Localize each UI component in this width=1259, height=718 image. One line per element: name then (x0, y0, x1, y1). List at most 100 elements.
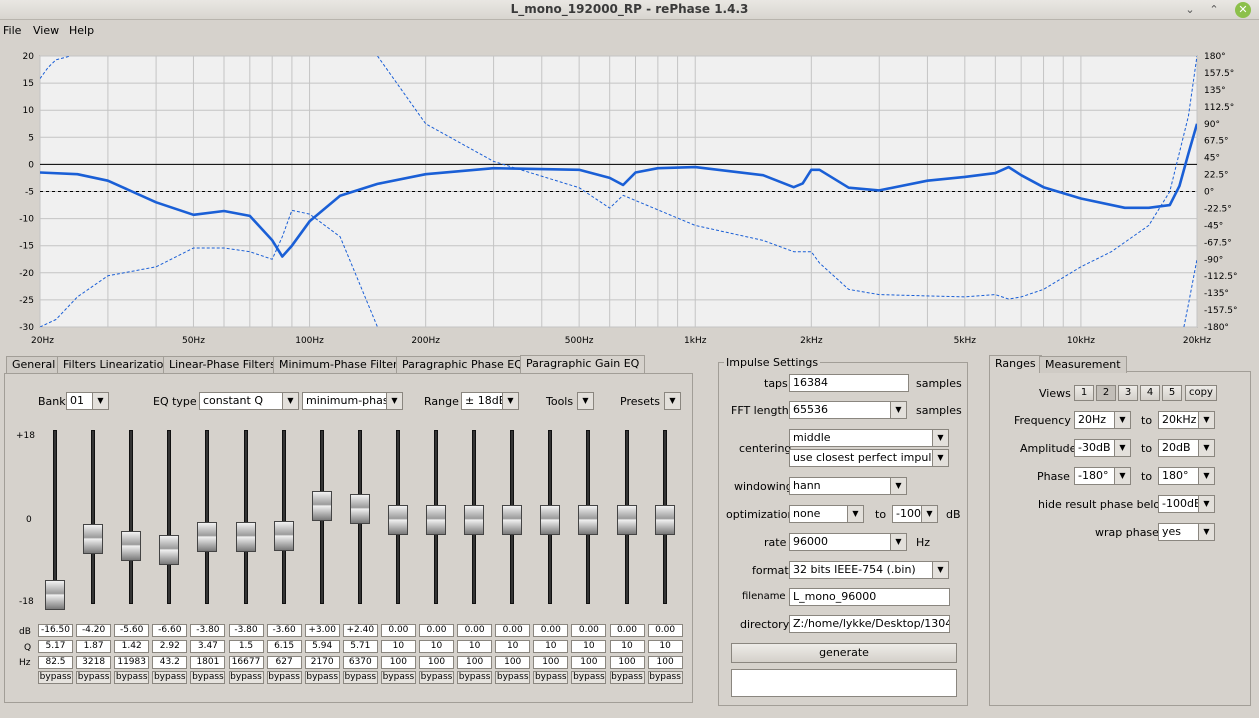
tab-paragraphic-gain-eq[interactable]: Paragraphic Gain EQ (520, 355, 646, 373)
presets-menu[interactable]: ▼ (664, 392, 681, 410)
rate-select[interactable]: 96000 ▼ (789, 533, 907, 551)
hz-value[interactable]: 100 (457, 656, 493, 669)
view-2-button[interactable]: 2 (1096, 385, 1116, 401)
db-value[interactable]: -5.60 (114, 624, 150, 637)
phase-to-select[interactable]: 180° ▼ (1158, 467, 1215, 485)
slider-handle[interactable] (197, 522, 218, 553)
centering-mode-select[interactable]: use closest perfect impulse ▼ (789, 449, 949, 467)
phase-from-select[interactable]: -180° ▼ (1074, 467, 1131, 485)
slider-track[interactable] (243, 430, 248, 604)
slider-handle[interactable] (616, 505, 637, 535)
bypass-button[interactable]: bypass (266, 671, 302, 684)
generate-button[interactable]: generate (731, 643, 957, 663)
tools-menu[interactable]: ▼ (577, 392, 594, 410)
bypass-button[interactable]: bypass (533, 671, 569, 684)
q-value[interactable]: 10 (609, 640, 645, 653)
tab-paragraphic-phase-eq[interactable]: Paragraphic Phase EQ (396, 356, 529, 373)
bypass-button[interactable]: bypass (152, 671, 188, 684)
q-value[interactable]: 10 (571, 640, 607, 653)
hz-value[interactable]: 43.2 (152, 656, 188, 669)
hz-value[interactable]: 100 (419, 656, 454, 669)
bypass-button[interactable]: bypass (457, 671, 493, 684)
copy-view-button[interactable]: copy (1185, 385, 1217, 401)
slider-handle[interactable] (273, 521, 294, 552)
slider-handle[interactable] (426, 505, 446, 535)
db-value[interactable]: -3.80 (228, 624, 264, 637)
q-value[interactable]: 1.42 (114, 640, 150, 653)
response-chart[interactable]: 20 15 10 5 0 -5 -10 -15 -20 -25 -30 180° 157.5° 135°… (0, 40, 1259, 348)
slider-handle[interactable] (121, 530, 142, 561)
q-value[interactable]: 10 (647, 640, 683, 653)
directory-field[interactable]: Z:/home/lykke/Desktop/130420 (789, 615, 950, 633)
hz-value[interactable]: 100 (647, 656, 683, 669)
maximize-icon[interactable]: ⌃ (1207, 3, 1221, 17)
tab-linear-phase[interactable]: Linear-Phase Filters (163, 356, 282, 373)
slider-handle[interactable] (159, 535, 180, 566)
hz-value[interactable]: 16677 (228, 656, 264, 669)
slider-track[interactable] (281, 430, 286, 604)
hz-value[interactable]: 6370 (342, 656, 378, 669)
slider-track[interactable] (205, 430, 210, 604)
slider-handle[interactable] (654, 505, 675, 535)
slider-handle[interactable] (464, 505, 485, 535)
q-value[interactable]: 2.92 (152, 640, 188, 653)
bank-select[interactable]: 01 ▼ (66, 392, 109, 410)
bypass-button[interactable]: bypass (571, 671, 607, 684)
hz-value[interactable]: 11983 (114, 656, 150, 669)
amp-to-select[interactable]: 20dB ▼ (1158, 439, 1215, 457)
q-value[interactable]: 10 (419, 640, 454, 653)
menu-file[interactable]: File (3, 24, 21, 37)
slider-track[interactable] (53, 430, 57, 604)
db-value[interactable]: -16.50 (38, 624, 73, 637)
hz-value[interactable]: 627 (266, 656, 302, 669)
optimization-db-select[interactable]: -100 ▼ (892, 505, 938, 523)
amp-from-select[interactable]: -30dB ▼ (1074, 439, 1131, 457)
bypass-button[interactable]: bypass (38, 671, 73, 684)
db-value[interactable]: +3.00 (304, 624, 340, 637)
centering-select[interactable]: middle ▼ (789, 429, 949, 447)
bypass-button[interactable]: bypass (76, 671, 112, 684)
q-value[interactable]: 3.47 (190, 640, 226, 653)
slider-handle[interactable] (45, 580, 65, 611)
q-value[interactable]: 10 (457, 640, 493, 653)
slider-handle[interactable] (387, 505, 408, 535)
range-select[interactable]: ± 18dB ▼ (461, 392, 519, 410)
q-value[interactable]: 10 (495, 640, 531, 653)
minimize-icon[interactable]: ⌄ (1183, 3, 1197, 17)
filename-field[interactable]: L_mono_96000 (789, 588, 950, 606)
view-1-button[interactable]: 1 (1074, 385, 1094, 401)
q-value[interactable]: 5.94 (304, 640, 340, 653)
db-value[interactable]: 0.00 (571, 624, 607, 637)
slider-track[interactable] (129, 430, 134, 604)
hz-value[interactable]: 100 (609, 656, 645, 669)
hz-value[interactable]: 100 (571, 656, 607, 669)
slider-handle[interactable] (540, 505, 561, 535)
db-value[interactable]: 0.00 (457, 624, 493, 637)
hide-phase-select[interactable]: -100dB ▼ (1158, 495, 1215, 513)
windowing-select[interactable]: hann ▼ (789, 477, 907, 495)
q-value[interactable]: 5.17 (38, 640, 73, 653)
q-value[interactable]: 1.5 (228, 640, 264, 653)
view-5-button[interactable]: 5 (1162, 385, 1182, 401)
db-value[interactable]: -6.60 (152, 624, 188, 637)
q-value[interactable]: 1.87 (76, 640, 112, 653)
freq-from-select[interactable]: 20Hz ▼ (1074, 411, 1131, 429)
bypass-button[interactable]: bypass (495, 671, 531, 684)
bypass-button[interactable]: bypass (190, 671, 226, 684)
db-value[interactable]: 0.00 (533, 624, 569, 637)
bypass-button[interactable]: bypass (304, 671, 340, 684)
db-value[interactable]: 0.00 (647, 624, 683, 637)
taps-field[interactable]: 16384 (789, 374, 909, 392)
slider-handle[interactable] (83, 524, 104, 555)
slider-handle[interactable] (349, 494, 370, 525)
hz-value[interactable]: 82.5 (38, 656, 73, 669)
hz-value[interactable]: 1801 (190, 656, 226, 669)
q-value[interactable]: 10 (533, 640, 569, 653)
tab-filters-linearization[interactable]: Filters Linearization (57, 356, 177, 373)
optimization-select[interactable]: none ▼ (789, 505, 864, 523)
hz-value[interactable]: 2170 (304, 656, 340, 669)
bypass-button[interactable]: bypass (419, 671, 454, 684)
fft-select[interactable]: 65536 ▼ (789, 401, 907, 419)
freq-to-select[interactable]: 20kHz ▼ (1158, 411, 1215, 429)
slider-handle[interactable] (235, 522, 256, 553)
